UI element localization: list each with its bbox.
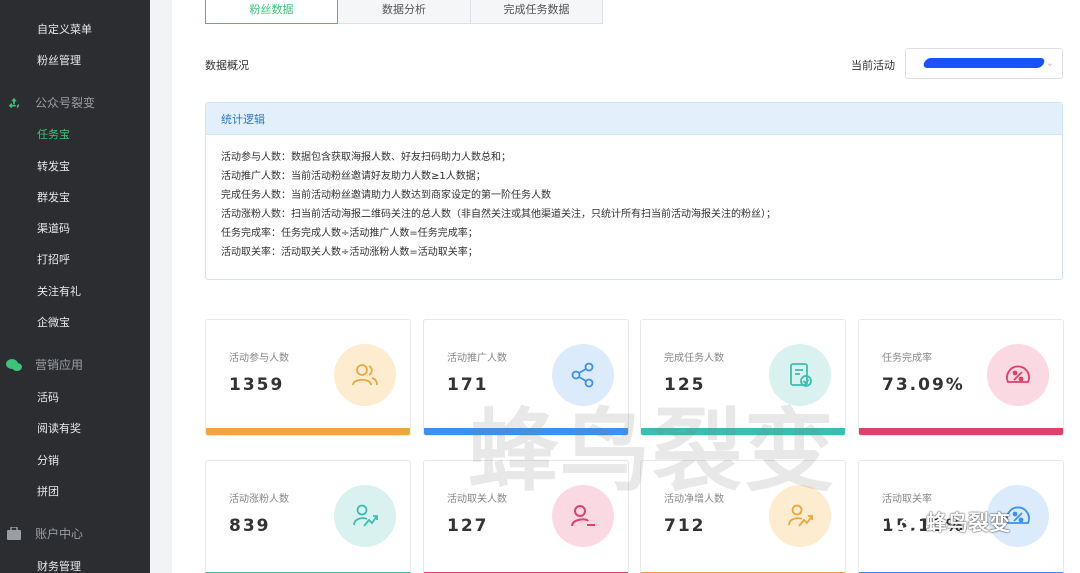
stat-card-promoters: 活动推广人数 171 (423, 319, 629, 436)
task-check-icon (769, 344, 831, 406)
sidebar-item-finance[interactable]: 财务管理 (37, 558, 81, 573)
stat-card-label: 活动涨粉人数 (229, 494, 289, 505)
stat-card-new-fans: 活动涨粉人数 839 (205, 460, 411, 573)
chevron-down-icon: ⌄ (1045, 58, 1054, 69)
stat-card-bar (206, 428, 410, 435)
logic-line: 活动涨粉人数：扫当前活动海报二维码关注的总人数（非自然关注或其他渠道关注，只统计… (221, 209, 776, 220)
user-growth-icon (769, 485, 831, 547)
logic-line: 完成任务人数：当前活动粉丝邀请助力人数达到商家设定的第一阶任务人数 (221, 190, 551, 201)
stat-card-bar (424, 428, 628, 435)
sidebar: 自定义菜单 粉丝管理 公众号裂变 任务宝 转发宝 群发宝 渠道码 打招呼 关注有… (0, 0, 150, 573)
sidebar-item-task[interactable]: 任务宝 (37, 126, 70, 142)
briefcase-icon (6, 526, 22, 542)
stat-card-unfollows: 活动取关人数 127 (423, 460, 629, 573)
main-content: 粉丝数据 数据分析 完成任务数据 数据概况 当前活动 ⌄ 统计逻辑 活动参与人数… (172, 0, 1080, 573)
tab-completed-task-data[interactable]: 完成任务数据 (471, 0, 603, 24)
corner-watermark: 蜂鸟裂变 (888, 507, 1010, 537)
logic-line: 活动推广人数：当前活动粉丝邀请好友助力人数≥1人数据； (221, 171, 486, 182)
logic-line: 任务完成率：任务完成人数÷活动推广人数=任务完成率； (221, 228, 478, 239)
stat-card-bar (859, 428, 1063, 435)
recycle-icon (6, 95, 22, 111)
sidebar-group-label: 公众号裂变 (35, 96, 96, 110)
statistics-logic-title: 统计逻辑 (206, 103, 1062, 135)
stat-card-value: 712 (664, 516, 706, 536)
stat-card-label: 活动取关人数 (447, 494, 507, 505)
stat-card-label: 活动取关率 (882, 494, 932, 505)
gauge-icon (987, 344, 1049, 406)
stat-card-label: 任务完成率 (882, 353, 932, 364)
sidebar-group-label: 营销应用 (35, 358, 84, 372)
stat-card-participants: 活动参与人数 1359 (205, 319, 411, 436)
statistics-logic-panel: 统计逻辑 活动参与人数：数据包含获取海报人数、好友扫码助力人数总和； 活动推广人… (205, 102, 1063, 280)
stat-card-label: 完成任务人数 (664, 353, 724, 364)
stat-card-value: 125 (664, 375, 706, 395)
tab-data-analysis[interactable]: 数据分析 (338, 0, 471, 24)
wechat-icon (6, 357, 22, 373)
sidebar-group-fission[interactable]: 公众号裂变 (6, 94, 95, 111)
sidebar-item-channel-code[interactable]: 渠道码 (37, 220, 70, 236)
stat-card-value: 127 (447, 516, 489, 536)
tab-bar: 粉丝数据 数据分析 完成任务数据 (205, 0, 603, 24)
tab-fans-data[interactable]: 粉丝数据 (205, 0, 338, 24)
share-icon (552, 344, 614, 406)
stat-card-value: 839 (229, 516, 271, 536)
sidebar-group-label: 账户中心 (35, 527, 84, 541)
stat-card-completion-rate: 任务完成率 73.09% (858, 319, 1064, 436)
stat-card-label: 活动净增人数 (664, 494, 724, 505)
sidebar-item-forward[interactable]: 转发宝 (37, 158, 70, 174)
sidebar-item-custom-menu[interactable]: 自定义菜单 (37, 21, 92, 37)
sidebar-item-group-buy[interactable]: 拼团 (37, 483, 59, 499)
sidebar-group-marketing[interactable]: 营销应用 (6, 356, 83, 373)
sidebar-item-greeting[interactable]: 打招呼 (37, 251, 70, 267)
stat-card-value: 73.09% (882, 375, 965, 395)
logic-line: 活动取关率：活动取关人数÷活动涨粉人数=活动取关率； (221, 247, 478, 258)
stat-card-label: 活动推广人数 (447, 353, 507, 364)
sidebar-item-fans[interactable]: 粉丝管理 (37, 52, 81, 68)
sidebar-item-read-reward[interactable]: 阅读有奖 (37, 420, 81, 436)
sidebar-item-distribution[interactable]: 分销 (37, 452, 59, 468)
stat-card-label: 活动参与人数 (229, 353, 289, 364)
sidebar-item-wecom[interactable]: 企微宝 (37, 314, 70, 330)
corner-watermark-text: 蜂鸟裂变 (926, 511, 1010, 535)
activity-select-label: 当前活动 (851, 59, 895, 72)
sidebar-item-follow-gift[interactable]: 关注有礼 (37, 283, 81, 299)
logic-line: 活动参与人数：数据包含获取海报人数、好友扫码助力人数总和； (221, 152, 511, 163)
stat-card-value: 171 (447, 375, 489, 395)
users-icon (334, 344, 396, 406)
overview-title: 数据概况 (205, 59, 249, 72)
user-minus-icon (552, 485, 614, 547)
stat-card-bar (641, 428, 845, 435)
statistics-logic-lines: 活动参与人数：数据包含获取海报人数、好友扫码助力人数总和； 活动推广人数：当前活… (206, 135, 1062, 262)
user-growth-icon (334, 485, 396, 547)
stat-card-completed: 完成任务人数 125 (640, 319, 846, 436)
stat-card-net-growth: 活动净增人数 712 (640, 460, 846, 573)
sidebar-item-live-code[interactable]: 活码 (37, 389, 59, 405)
sidebar-item-mass-send[interactable]: 群发宝 (37, 189, 70, 205)
stat-card-value: 1359 (229, 375, 285, 395)
redacted-activity-name (922, 58, 1046, 68)
sidebar-group-account[interactable]: 账户中心 (6, 525, 83, 542)
activity-select[interactable]: ⌄ (905, 48, 1063, 79)
wechat-official-account-icon (889, 510, 920, 535)
